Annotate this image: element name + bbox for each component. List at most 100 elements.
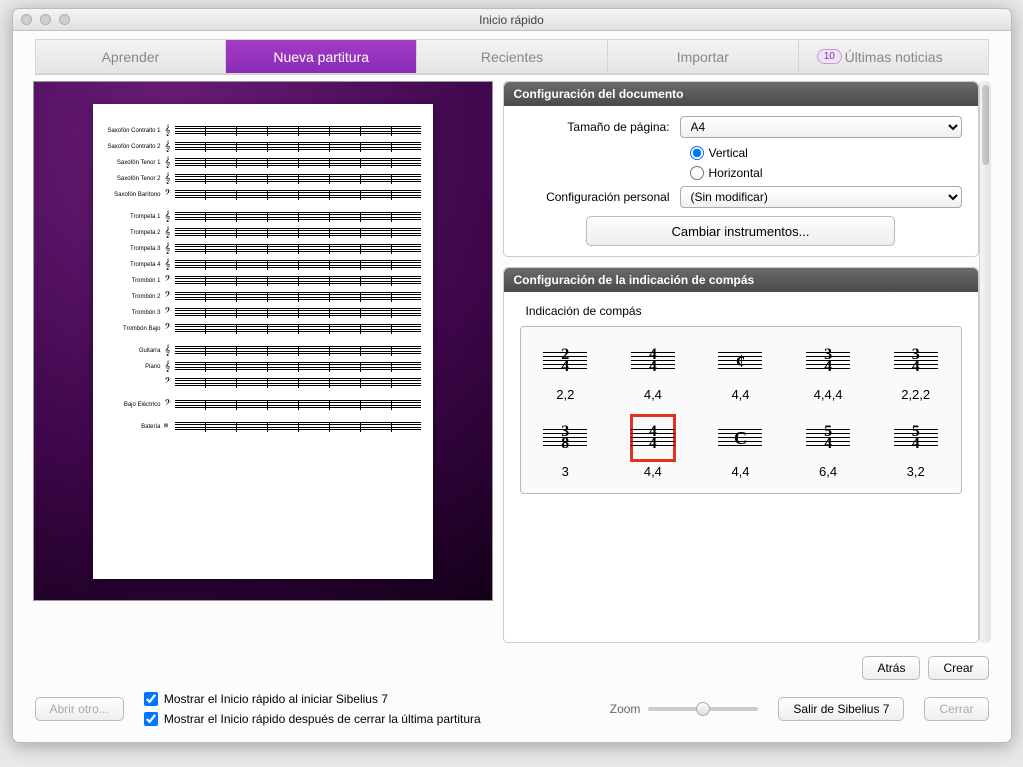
instrument-label: Saxofón Barítono — [105, 192, 165, 198]
tab-recientes[interactable]: Recientes — [416, 39, 608, 74]
staff-lines — [175, 292, 421, 302]
tab-label: Últimas noticias — [845, 49, 943, 65]
exit-button[interactable]: Salir de Sibelius 7 — [778, 697, 904, 721]
timesig-label: 4,4 — [706, 387, 776, 402]
orientation-vertical-radio[interactable] — [690, 146, 704, 160]
timesig-denominator: 4 — [912, 439, 920, 449]
staff-row: Saxofón Contralto 1𝄞 — [105, 124, 421, 138]
staff-lines — [175, 190, 421, 200]
timesig-option[interactable]: 342,2,2 — [881, 337, 951, 406]
doc-config-panel: Configuración del documento Tamaño de pá… — [503, 81, 979, 257]
instrument-label: Trompeta 4 — [105, 262, 165, 268]
timesig-glyph: ¢ — [717, 337, 763, 385]
timesig-option[interactable]: 444,4 — [618, 337, 688, 406]
content-area: Saxofón Contralto 1𝄞Saxofón Contralto 2𝄞… — [13, 81, 1011, 648]
tab-importar[interactable]: Importar — [607, 39, 799, 74]
timesig-label: 4,4 — [706, 464, 776, 479]
zoom-window-icon[interactable] — [59, 14, 70, 25]
staff-row: Trompeta 1𝄞 — [105, 210, 421, 224]
clef-icon: 𝄞 — [165, 174, 175, 184]
instrument-label: Trompeta 2 — [105, 230, 165, 236]
change-instruments-button[interactable]: Cambiar instrumentos... — [586, 216, 895, 246]
timesig-option[interactable]: 444,4 — [618, 414, 688, 483]
timesig-option[interactable]: C 4,4 — [706, 414, 776, 483]
close-window-icon[interactable] — [21, 14, 32, 25]
zoom-slider[interactable] — [648, 707, 758, 711]
timesig-glyph: 24 — [542, 337, 588, 385]
staff-lines — [175, 212, 421, 222]
timesig-option[interactable]: ¢ 4,4 — [706, 337, 776, 406]
clef-icon: 𝄞 — [165, 346, 175, 356]
timesig-denominator: 4 — [912, 362, 920, 372]
close-button[interactable]: Cerrar — [924, 697, 988, 721]
clef-icon: 𝄞 — [165, 126, 175, 136]
settings-column: Configuración del documento Tamaño de pá… — [503, 81, 979, 643]
staff-row: Piano𝄞 — [105, 360, 421, 374]
show-after-close-checkbox[interactable] — [144, 712, 158, 726]
staff-lines — [175, 244, 421, 254]
timesig-glyph: 34 — [893, 337, 939, 385]
tab-nueva-partitura[interactable]: Nueva partitura — [225, 39, 417, 74]
personal-config-select[interactable]: (Sin modificar) — [680, 186, 962, 208]
staff-lines — [175, 174, 421, 184]
clef-icon: 𝄢 — [165, 190, 175, 200]
timesig-label: 4,4 — [618, 464, 688, 479]
orientation-horizontal-radio[interactable] — [690, 166, 704, 180]
staff-lines — [175, 400, 421, 410]
window-controls — [21, 14, 70, 25]
instrument-label: Saxofón Contralto 2 — [105, 144, 165, 150]
staff-row: Saxofón Barítono𝄢 — [105, 188, 421, 202]
timesig-symbol: C — [734, 428, 747, 449]
staff-row: Trombón 1𝄢 — [105, 274, 421, 288]
instrument-label: Saxofón Tenor 1 — [105, 160, 165, 166]
timesig-option[interactable]: 242,2 — [531, 337, 601, 406]
orientation-horizontal-label: Horizontal — [709, 166, 763, 180]
show-on-start-checkbox[interactable] — [144, 692, 158, 706]
tab-label: Nueva partitura — [273, 49, 369, 65]
staff-lines — [175, 422, 421, 432]
staff-lines — [175, 158, 421, 168]
staff-lines — [175, 260, 421, 270]
timesig-option[interactable]: 344,4,4 — [793, 337, 863, 406]
timesig-glyph: 44 — [630, 414, 676, 462]
timesig-denominator: 4 — [649, 439, 657, 449]
open-other-button[interactable]: Abrir otro... — [35, 697, 124, 721]
tab-últimas-noticias[interactable]: 10Últimas noticias — [798, 39, 990, 74]
clef-icon: 𝄢 — [165, 324, 175, 334]
timesig-label: 4,4,4 — [793, 387, 863, 402]
timesig-option[interactable]: 383 — [531, 414, 601, 483]
timesig-option[interactable]: 546,4 — [793, 414, 863, 483]
settings-scrollbar[interactable] — [979, 81, 991, 643]
clef-icon: 𝄞 — [165, 244, 175, 254]
timesig-label: 6,4 — [793, 464, 863, 479]
clef-icon: 𝄢 — [165, 276, 175, 286]
staff-row: Bajo Eléctrico𝄢 — [105, 398, 421, 412]
timesig-denominator: 4 — [824, 439, 832, 449]
create-button[interactable]: Crear — [928, 656, 988, 680]
staff-lines — [175, 308, 421, 318]
staff-lines — [175, 362, 421, 372]
staff-row: Trombón 2𝄢 — [105, 290, 421, 304]
timesig-header: Configuración de la indicación de compás — [504, 268, 978, 292]
timesig-glyph: 44 — [630, 337, 676, 385]
score-page: Saxofón Contralto 1𝄞Saxofón Contralto 2𝄞… — [93, 104, 433, 579]
window-title: Inicio rápido — [13, 13, 1011, 27]
titlebar: Inicio rápido — [13, 9, 1011, 31]
timesig-label: 3,2 — [881, 464, 951, 479]
staff-lines — [175, 276, 421, 286]
instrument-label: Saxofón Contralto 1 — [105, 128, 165, 134]
instrument-label: Trombón Bajo — [105, 326, 165, 332]
clef-icon: 𝄢 — [165, 378, 175, 388]
clef-icon: 𝄥 — [165, 422, 175, 432]
clef-icon: 𝄞 — [165, 228, 175, 238]
back-button[interactable]: Atrás — [862, 656, 920, 680]
staff-row: Trombón Bajo𝄢 — [105, 322, 421, 336]
tab-aprender[interactable]: Aprender — [35, 39, 227, 74]
minimize-window-icon[interactable] — [40, 14, 51, 25]
timesig-option[interactable]: 543,2 — [881, 414, 951, 483]
staff-row: Saxofón Tenor 2𝄞 — [105, 172, 421, 186]
page-size-select[interactable]: A4 — [680, 116, 962, 138]
staff-lines — [175, 142, 421, 152]
timesig-grid: 242,2444,4¢4,4344,4,4342,2,2383444,4C4,4… — [520, 326, 962, 494]
staff-lines — [175, 346, 421, 356]
